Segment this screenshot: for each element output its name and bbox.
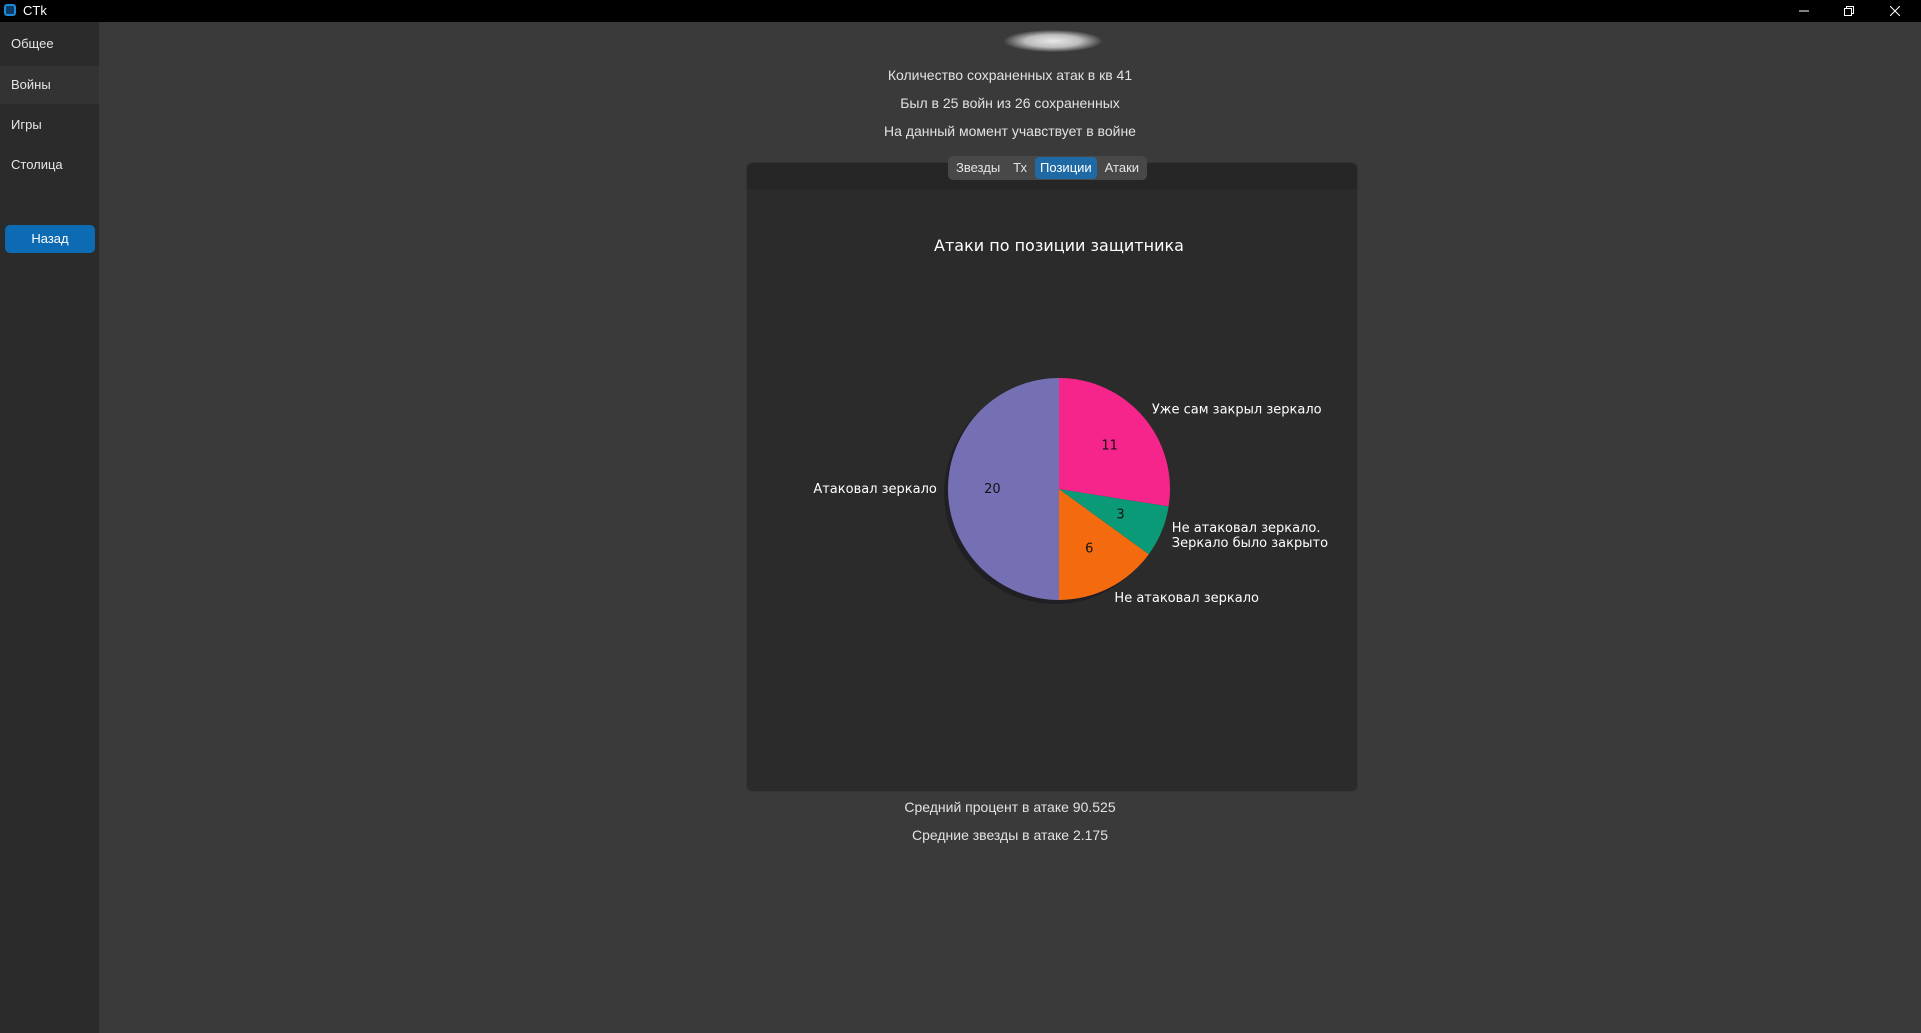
tab-attacks[interactable]: Атаки: [1100, 157, 1144, 179]
avg-stars-text: Средние звезды в атаке 2.175: [911, 827, 1109, 843]
pie-group: 20 Атаковал зеркало 6 Не атаковал зеркало 3 Н…: [813, 378, 1328, 606]
slice-value-label: 20: [984, 482, 1001, 497]
blurred-player-name: [1004, 30, 1102, 52]
tab-positions[interactable]: Позиции: [1035, 157, 1097, 179]
current-status-text: На данный момент учавствует в войне: [884, 123, 1136, 139]
slice-category-label: Не атаковал зеркало: [1114, 591, 1259, 606]
close-button[interactable]: [1872, 0, 1918, 22]
app-icon: [4, 4, 16, 16]
slice-value-label: 6: [1085, 541, 1093, 556]
sidebar-item-wars[interactable]: Войны: [0, 66, 99, 104]
window-title: CTk: [23, 3, 47, 18]
sidebar-item-games[interactable]: Игры: [0, 106, 99, 144]
tab-th[interactable]: Тх: [1008, 157, 1032, 179]
close-icon: [1890, 6, 1900, 16]
back-button[interactable]: Назад: [5, 225, 95, 253]
wars-count-text: Был в 25 войн из 26 сохраненных: [900, 95, 1120, 111]
sidebar: Общее Войны Игры Столица Назад: [0, 22, 99, 1033]
avg-percent-text: Средний процент в атаке 90.525: [904, 799, 1116, 815]
restore-button[interactable]: [1826, 0, 1872, 22]
slice-category-label: Не атаковал зеркало. Зеркало было закрыто: [1172, 521, 1328, 551]
sidebar-item-capital[interactable]: Столица: [0, 146, 99, 184]
restore-icon: [1844, 6, 1854, 16]
tab-stars[interactable]: Звезды: [951, 157, 1005, 179]
title-bar: CTk: [0, 0, 1921, 22]
slice-category-label: Уже сам закрыл зеркало: [1152, 403, 1322, 418]
slice-category-label: Атаковал зеркало: [813, 482, 937, 497]
slice-value-label: 11: [1101, 439, 1118, 454]
sidebar-item-general[interactable]: Общее: [0, 25, 99, 63]
minimize-button[interactable]: [1781, 0, 1827, 22]
slice-value-label: 3: [1116, 507, 1124, 522]
chart-title: Атаки по позиции защитника: [934, 236, 1184, 255]
pie-chart: Атаки по позиции защитника 20 Атаковал зе…: [813, 236, 1328, 606]
chart-tabs: Звезды Тх Позиции Атаки: [948, 156, 1148, 180]
minimize-icon: [1799, 10, 1809, 12]
pie-slice: [948, 378, 1059, 600]
saved-attacks-text: Количество сохраненных атак в кв 41: [887, 67, 1133, 83]
